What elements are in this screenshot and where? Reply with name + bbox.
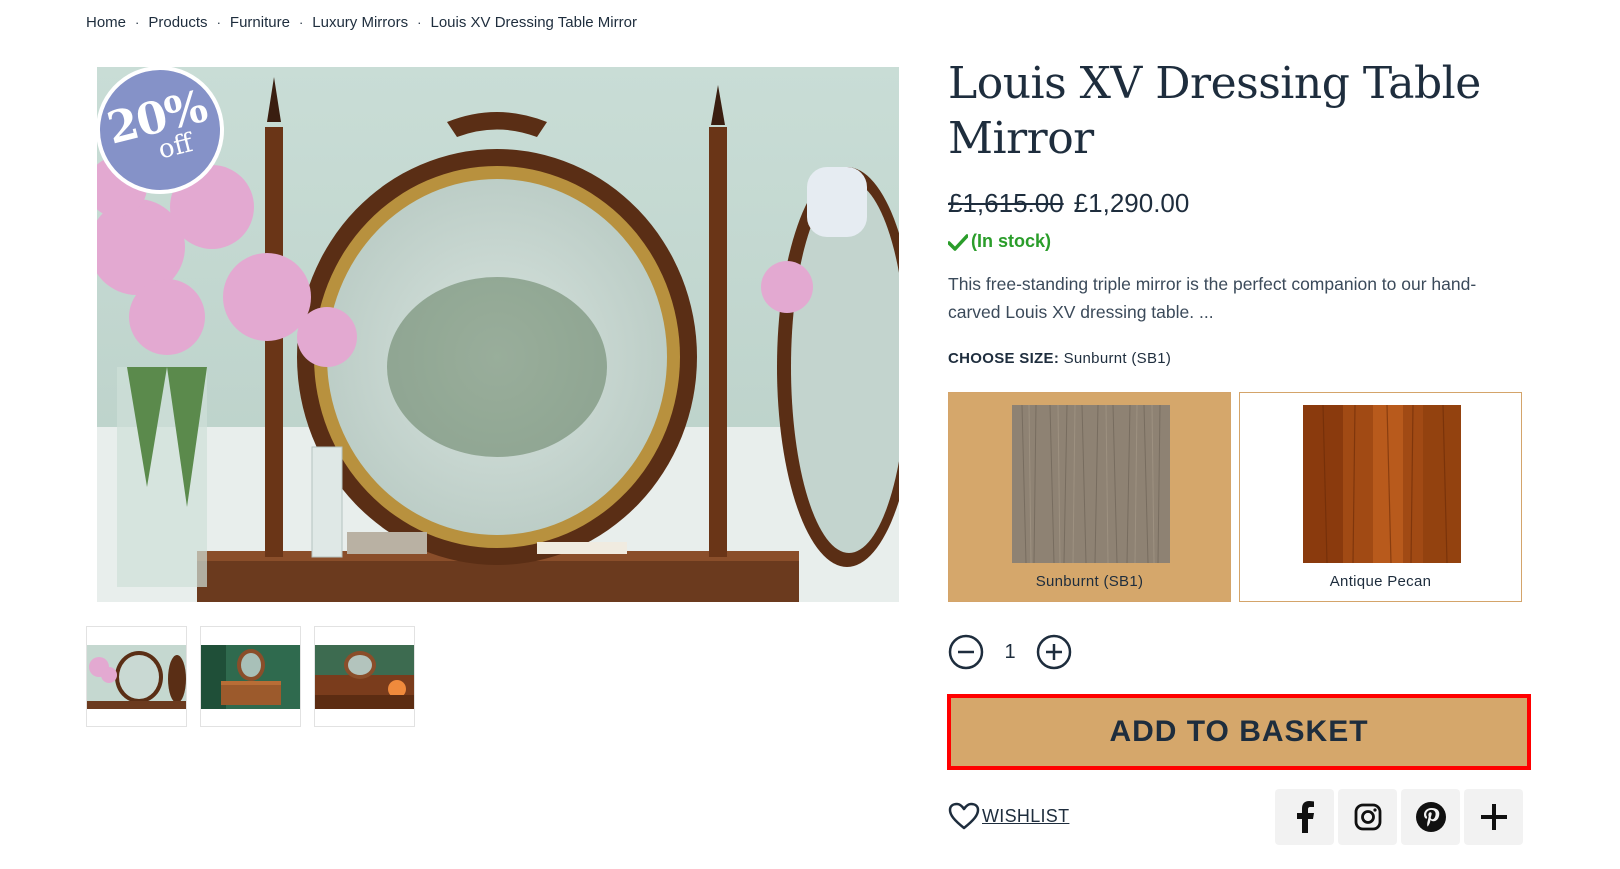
- heart-icon: [948, 802, 980, 830]
- swatch-image-antique-pecan: [1303, 405, 1461, 563]
- add-to-basket-button[interactable]: ADD TO BASKET: [947, 694, 1531, 770]
- share-pinterest-button[interactable]: [1401, 789, 1460, 845]
- pinterest-icon: [1415, 802, 1446, 832]
- product-info: Louis XV Dressing Table Mirror £1,615.00…: [948, 56, 1528, 367]
- add-to-basket-label: ADD TO BASKET: [1109, 715, 1369, 748]
- discount-suffix: off: [155, 128, 196, 166]
- facebook-icon: [1296, 801, 1314, 833]
- wishlist-link[interactable]: WISHLIST: [948, 802, 1069, 830]
- thumbnail-3[interactable]: [314, 626, 415, 727]
- breadcrumb: Home · Products · Furniture · Luxury Mir…: [86, 14, 637, 31]
- size-selector-label: CHOOSE SIZE: Sunburnt (SB1): [948, 350, 1528, 367]
- breadcrumb-luxury-mirrors[interactable]: Luxury Mirrors: [312, 14, 408, 31]
- share-buttons: [1275, 789, 1523, 845]
- swatch-label-sunburnt: Sunburnt (SB1): [1035, 573, 1144, 590]
- breadcrumb-current[interactable]: Louis XV Dressing Table Mirror: [430, 14, 636, 31]
- thumbnail-1[interactable]: [86, 626, 187, 727]
- size-label-prefix: CHOOSE SIZE:: [948, 350, 1060, 367]
- price-block: £1,615.00 £1,290.00: [948, 188, 1528, 219]
- product-description: This free-standing triple mirror is the …: [948, 274, 1477, 322]
- instagram-icon: [1354, 803, 1381, 831]
- share-more-button[interactable]: [1464, 789, 1523, 845]
- checkmark-icon: [948, 233, 968, 251]
- thumbnail-gallery: [86, 626, 415, 727]
- breadcrumb-furniture[interactable]: Furniture: [230, 14, 290, 31]
- finish-swatches: Sunburnt (SB1) Antique Pecan: [948, 392, 1522, 602]
- swatch-label-antique-pecan: Antique Pecan: [1329, 573, 1432, 590]
- breadcrumb-products[interactable]: Products: [148, 14, 207, 31]
- share-facebook-button[interactable]: [1275, 789, 1334, 845]
- quantity-value[interactable]: 1: [1002, 641, 1018, 664]
- breadcrumb-separator: ·: [298, 15, 304, 30]
- swatch-antique-pecan[interactable]: Antique Pecan: [1239, 392, 1522, 602]
- quantity-stepper: 1: [948, 634, 1072, 670]
- swatch-sunburnt[interactable]: Sunburnt (SB1): [948, 392, 1231, 602]
- thumbnail-2[interactable]: [200, 626, 301, 727]
- minus-icon[interactable]: [948, 634, 984, 670]
- breadcrumb-home[interactable]: Home: [86, 14, 126, 31]
- share-instagram-button[interactable]: [1338, 789, 1397, 845]
- breadcrumb-separator: ·: [216, 15, 221, 30]
- breadcrumb-separator: ·: [135, 15, 140, 30]
- size-selected-value: Sunburnt (SB1): [1063, 350, 1172, 367]
- breadcrumb-separator: ·: [417, 15, 422, 30]
- current-price: £1,290.00: [1073, 188, 1190, 218]
- stock-status: (In stock): [948, 231, 1528, 252]
- product-title: Louis XV Dressing Table Mirror: [948, 58, 1481, 164]
- swatch-image-sunburnt: [1012, 405, 1170, 563]
- wishlist-label: WISHLIST: [982, 805, 1070, 826]
- plus-circle-icon[interactable]: [1036, 634, 1072, 670]
- stock-text: (In stock): [971, 231, 1052, 251]
- plus-icon: [1480, 804, 1507, 830]
- old-price: £1,615.00: [948, 188, 1064, 218]
